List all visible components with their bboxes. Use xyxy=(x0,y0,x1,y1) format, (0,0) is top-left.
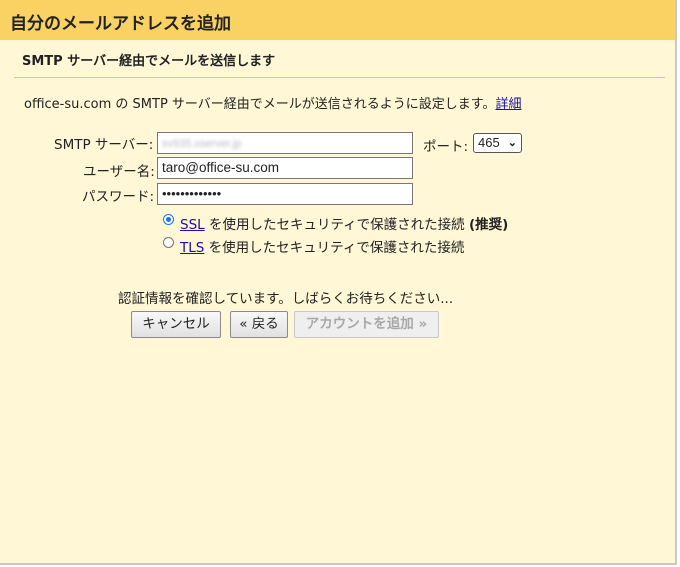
smtp-server-input[interactable]: sv935.xserver.jp xyxy=(157,132,413,154)
status-message: 認証情報を確認しています。しばらくお待ちください... xyxy=(118,291,454,307)
description: office-su.com の SMTP サーバー経由でメールが送信されるように… xyxy=(24,93,522,112)
ssl-link[interactable]: SSL xyxy=(180,217,205,233)
username-input[interactable]: taro@office-su.com xyxy=(157,157,413,179)
add-email-dialog: 自分のメールアドレスを追加 SMTP サーバー経由でメールを送信します offi… xyxy=(0,0,677,565)
dialog-titlebar: 自分のメールアドレスを追加 xyxy=(0,0,675,40)
chevron-down-icon: ⌄ xyxy=(507,137,517,149)
ssl-radio[interactable] xyxy=(163,214,174,225)
divider xyxy=(14,77,665,78)
smtp-server-value: sv935.xserver.jp xyxy=(162,138,242,150)
ssl-option: SSL を使用したセキュリティで保護された接続 (推奨) xyxy=(180,213,508,233)
ssl-recommended-label: (推奨) xyxy=(468,217,509,233)
password-value: ••••••••••••• xyxy=(162,186,222,201)
tls-radio[interactable] xyxy=(163,237,174,248)
port-select[interactable]: 465 ⌄ xyxy=(473,133,522,153)
details-link[interactable]: 詳細 xyxy=(495,97,521,112)
port-value: 465 xyxy=(478,135,500,150)
password-label: パスワード: xyxy=(82,189,155,205)
password-input[interactable]: ••••••••••••• xyxy=(157,183,413,205)
port-label: ポート: xyxy=(423,139,469,155)
back-button[interactable]: « 戻る xyxy=(230,311,288,338)
tls-link[interactable]: TLS xyxy=(180,240,204,256)
description-text: office-su.com の SMTP サーバー経由でメールが送信されるように… xyxy=(24,97,496,112)
tls-option-text: を使用したセキュリティで保護された接続 xyxy=(208,240,465,256)
cancel-button[interactable]: キャンセル xyxy=(131,311,221,338)
smtp-server-label: SMTP サーバー: xyxy=(54,137,154,153)
dialog-title: 自分のメールアドレスを追加 xyxy=(10,14,231,34)
add-account-button[interactable]: アカウントを追加 » xyxy=(294,311,439,338)
username-label: ユーザー名: xyxy=(83,164,155,180)
section-heading: SMTP サーバー経由でメールを送信します xyxy=(22,54,276,69)
username-value: taro@office-su.com xyxy=(162,160,279,175)
ssl-option-text: を使用したセキュリティで保護された接続 xyxy=(208,217,465,233)
tls-option: TLS を使用したセキュリティで保護された接続 xyxy=(180,236,464,256)
